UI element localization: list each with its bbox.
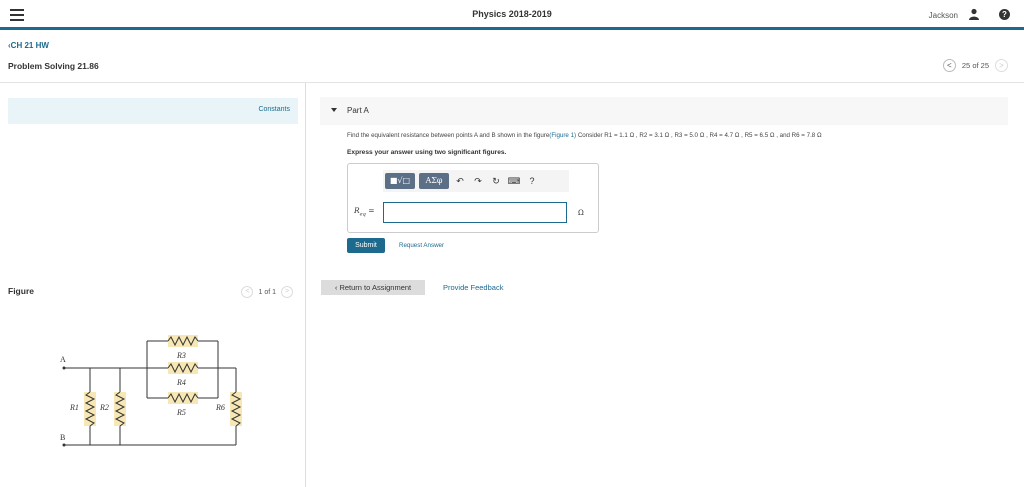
redo-icon[interactable]: ↷ bbox=[471, 173, 485, 189]
pager-text: 25 of 25 bbox=[961, 61, 989, 70]
keyboard-icon[interactable]: ⌨ bbox=[507, 173, 521, 189]
answer-box: ■√□ ΑΣφ ↶ ↷ ↻ ⌨ ? Req = Ω bbox=[347, 163, 599, 233]
answer-label: Req = bbox=[354, 206, 375, 218]
terminal-b-label: B bbox=[60, 433, 65, 442]
figure-link[interactable]: (Figure 1) bbox=[549, 132, 576, 139]
return-label[interactable]: Return to Assignment bbox=[339, 283, 411, 292]
help-icon[interactable]: ? bbox=[999, 9, 1010, 20]
math-toolbar: ■√□ ΑΣφ ↶ ↷ ↻ ⌨ ? bbox=[383, 170, 569, 192]
question-text: Find the equivalent resistance between p… bbox=[347, 132, 1007, 139]
answer-unit: Ω bbox=[578, 209, 584, 217]
part-header[interactable]: Part A bbox=[320, 97, 1008, 125]
user-name[interactable]: Jackson bbox=[929, 11, 958, 20]
user-icon[interactable] bbox=[968, 8, 980, 20]
submit-button[interactable]: Submit bbox=[347, 238, 385, 253]
problem-title: Problem Solving 21.86 bbox=[8, 61, 99, 71]
constants-link[interactable]: Constants bbox=[258, 106, 290, 113]
r1-label: R1 bbox=[69, 403, 79, 412]
answer-label-equals: = bbox=[365, 206, 375, 215]
return-to-assignment-button[interactable]: ‹ Return to Assignment bbox=[321, 280, 425, 295]
breadcrumb-label[interactable]: CH 21 HW bbox=[11, 41, 49, 50]
question-prefix: Find the equivalent resistance between p… bbox=[347, 132, 550, 139]
r5-label: R5 bbox=[176, 408, 186, 417]
toolbar-help-icon[interactable]: ? bbox=[525, 173, 539, 189]
next-problem-button[interactable]: > bbox=[995, 59, 1008, 72]
question-values: Consider R1 = 1.1 Ω , R2 = 3.1 Ω , R3 = … bbox=[577, 132, 822, 139]
prev-problem-button[interactable]: < bbox=[942, 59, 956, 72]
top-bar: Physics 2018-2019 Jackson ? bbox=[0, 0, 1024, 30]
figure-pager: < 1 of 1 > bbox=[241, 286, 293, 298]
reset-icon[interactable]: ↻ bbox=[489, 173, 503, 189]
instruction-text: Express your answer using two significan… bbox=[347, 149, 507, 156]
r3-label: R3 bbox=[176, 351, 186, 360]
r6-label: R6 bbox=[215, 403, 225, 412]
collapse-icon[interactable] bbox=[331, 108, 337, 112]
provide-feedback-link[interactable]: Provide Feedback bbox=[443, 283, 503, 292]
breadcrumb[interactable]: ‹CH 21 HW bbox=[8, 41, 49, 50]
greek-symbols-button[interactable]: ΑΣφ bbox=[419, 173, 449, 189]
prev-figure-button[interactable]: < bbox=[241, 286, 254, 298]
circuit-diagram: A B R3 R4 R5 R1 R2 R6 bbox=[60, 335, 242, 447]
app-title: Physics 2018-2019 bbox=[472, 9, 552, 19]
terminal-a-label: A bbox=[60, 355, 66, 364]
figure-pager-text: 1 of 1 bbox=[258, 288, 276, 296]
next-figure-button[interactable]: > bbox=[281, 286, 293, 298]
constants-panel: Constants bbox=[8, 98, 298, 124]
answer-input[interactable] bbox=[383, 202, 567, 223]
problem-pager: < 25 of 25 > bbox=[942, 59, 1008, 72]
left-panel: Constants Figure < 1 of 1 > A B R3 R4 R5… bbox=[0, 83, 306, 487]
r2-label: R2 bbox=[99, 403, 109, 412]
r4-label: R4 bbox=[176, 378, 186, 387]
template-button[interactable]: ■√□ bbox=[385, 173, 415, 189]
undo-icon[interactable]: ↶ bbox=[453, 173, 467, 189]
figure-label: Figure bbox=[8, 286, 34, 296]
request-answer-link[interactable]: Request Answer bbox=[399, 242, 444, 249]
part-title[interactable]: Part A bbox=[347, 106, 369, 115]
